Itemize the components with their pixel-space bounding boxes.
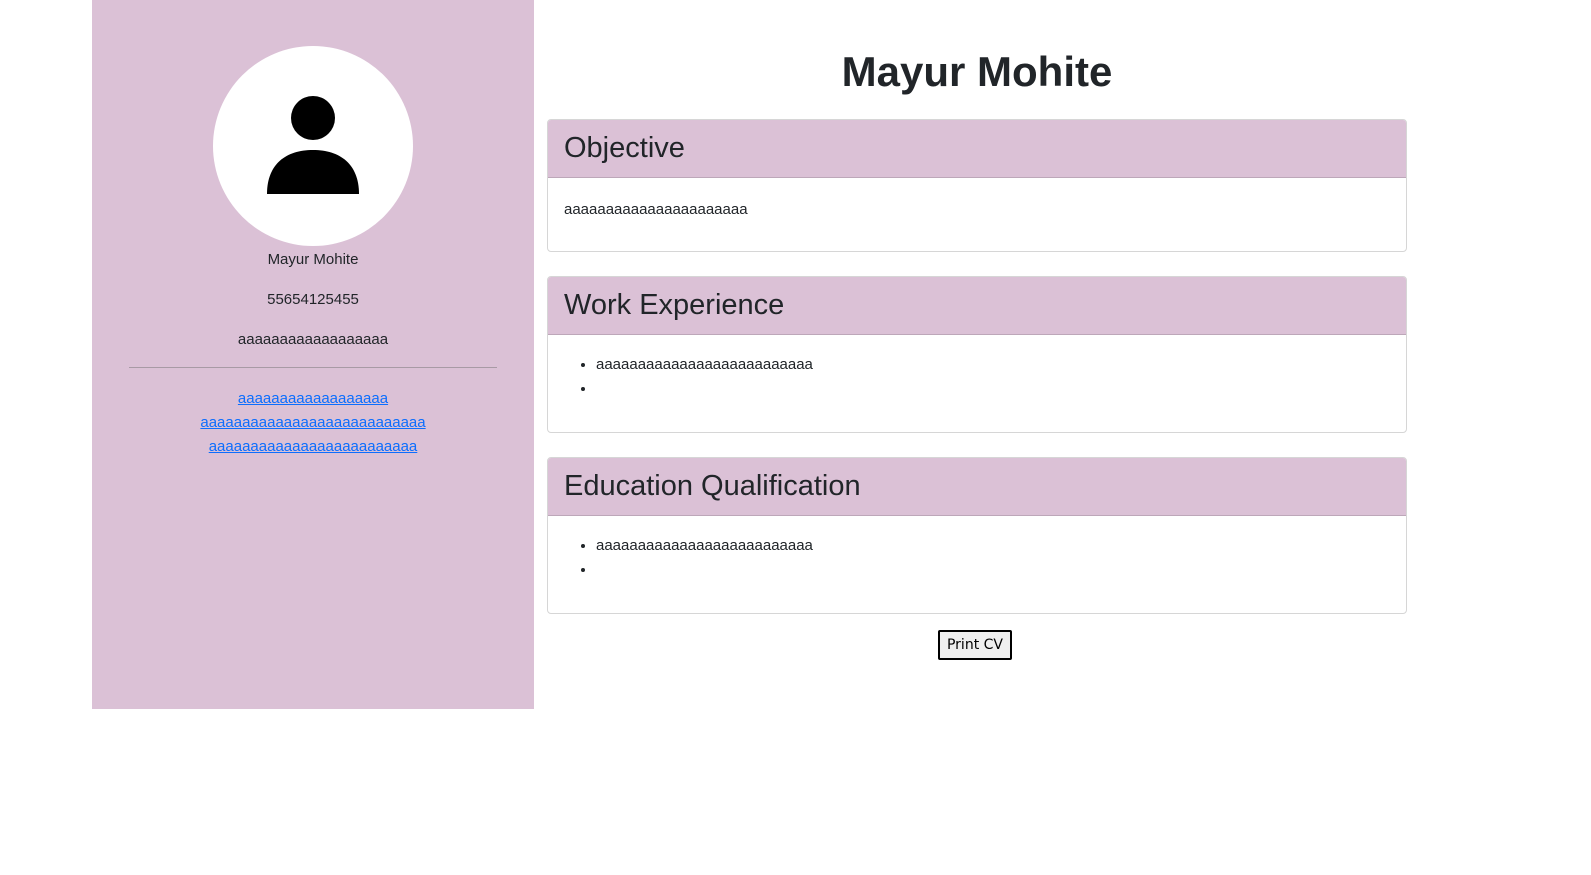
sidebar-link[interactable]: aaaaaaaaaaaaaaaaaaaaaaaaa: [92, 435, 534, 459]
person-icon: [267, 96, 359, 194]
list-item: [596, 377, 1390, 401]
print-cv-button[interactable]: Print CV: [938, 630, 1012, 660]
sidebar-links: aaaaaaaaaaaaaaaaaa aaaaaaaaaaaaaaaaaaaaa…: [92, 387, 534, 459]
work-experience-heading: Work Experience: [548, 277, 1406, 335]
list-item: [596, 558, 1390, 582]
objective-card: Objective aaaaaaaaaaaaaaaaaaaaaa: [547, 119, 1407, 252]
work-experience-body: aaaaaaaaaaaaaaaaaaaaaaaaaa: [548, 335, 1406, 417]
education-body: aaaaaaaaaaaaaaaaaaaaaaaaaa: [548, 516, 1406, 598]
objective-body: aaaaaaaaaaaaaaaaaaaaaa: [548, 178, 1406, 238]
sidebar-divider: [129, 367, 497, 368]
objective-text: aaaaaaaaaaaaaaaaaaaaaa: [564, 201, 748, 218]
avatar: [213, 46, 413, 246]
work-experience-card: Work Experience aaaaaaaaaaaaaaaaaaaaaaaa…: [547, 276, 1407, 433]
sidebar-link[interactable]: aaaaaaaaaaaaaaaaaa: [92, 387, 534, 411]
sidebar-email: aaaaaaaaaaaaaaaaaa: [237, 331, 389, 348]
sidebar: Mayur Mohite 55654125455 aaaaaaaaaaaaaaa…: [92, 0, 534, 709]
work-experience-list: aaaaaaaaaaaaaaaaaaaaaaaaaa: [564, 353, 1390, 401]
sidebar-name: Mayur Mohite: [267, 251, 359, 268]
education-card: Education Qualification aaaaaaaaaaaaaaaa…: [547, 457, 1407, 614]
page-title: Mayur Mohite: [841, 48, 1113, 95]
cv-page: Mayur Mohite 55654125455 aaaaaaaaaaaaaaa…: [0, 0, 1591, 875]
list-item: aaaaaaaaaaaaaaaaaaaaaaaaaa: [596, 353, 1390, 377]
objective-heading: Objective: [548, 120, 1406, 178]
education-list: aaaaaaaaaaaaaaaaaaaaaaaaaa: [564, 534, 1390, 582]
sidebar-phone: 55654125455: [267, 291, 359, 308]
list-item: aaaaaaaaaaaaaaaaaaaaaaaaaa: [596, 534, 1390, 558]
sidebar-link[interactable]: aaaaaaaaaaaaaaaaaaaaaaaaaaa: [92, 411, 534, 435]
education-heading: Education Qualification: [548, 458, 1406, 516]
